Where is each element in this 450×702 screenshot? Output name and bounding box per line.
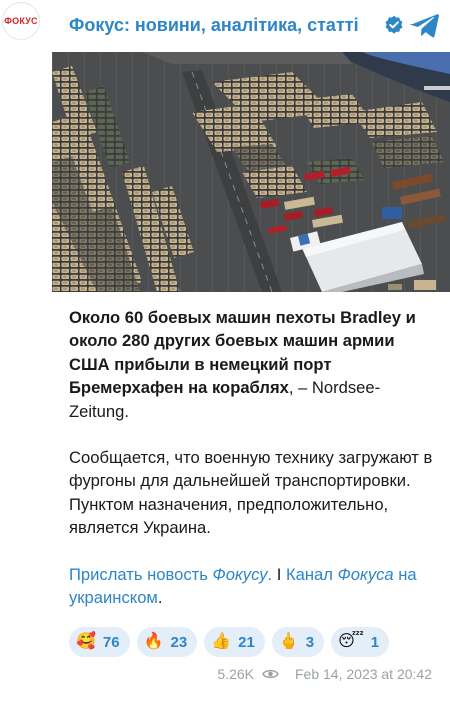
verified-badge-icon <box>385 15 403 34</box>
views-count: 5.26K <box>217 666 254 682</box>
reaction-sleeping[interactable]: 😴 1 <box>331 627 390 657</box>
ukrainian-channel-link-italic: Фокуса <box>337 564 394 584</box>
reaction-fire[interactable]: 🔥 23 <box>136 627 198 657</box>
channel-name[interactable]: Фокус: новини, аналітика, статті <box>69 15 359 36</box>
send-news-link-text: Прислать новость <box>69 564 213 584</box>
link-separator: I <box>272 564 286 584</box>
reaction-count: 76 <box>102 633 120 651</box>
reaction-count: 21 <box>238 633 255 651</box>
post-links: Прислать новость Фокусу. I Канал Фокуса … <box>69 563 439 610</box>
post-paragraph-1: Около 60 боевых машин пехоты Bradley и о… <box>69 306 439 423</box>
reaction-thumbs-up[interactable]: 👍 21 <box>204 627 265 657</box>
message-footer: 5.26K Feb 14, 2023 at 20:42 <box>217 666 432 682</box>
middle-finger-icon: 🖕 <box>278 633 299 650</box>
post-text: Около 60 боевых машин пехоты Bradley и о… <box>69 306 439 632</box>
message-timestamp: Feb 14, 2023 at 20:42 <box>295 666 432 682</box>
avatar-label: ФОКУС <box>4 16 38 26</box>
smiling-hearts-icon: 🥰 <box>76 633 96 650</box>
fire-icon: 🔥 <box>143 633 164 650</box>
eye-icon <box>262 669 279 679</box>
aerial-port-photo <box>52 52 450 292</box>
reaction-count: 3 <box>305 633 315 651</box>
post-photo[interactable] <box>52 52 450 292</box>
send-news-link[interactable]: Прислать новость Фокусу. <box>69 565 272 584</box>
post-paragraph-2: Сообщается, что военную технику загружаю… <box>69 448 433 538</box>
reactions-bar: 🥰 76 🔥 23 👍 21 🖕 3 😴 1 <box>69 627 390 657</box>
channel-avatar[interactable]: ФОКУС <box>2 2 40 40</box>
thumbs-up-icon: 👍 <box>211 633 232 650</box>
reaction-smiling-hearts[interactable]: 🥰 76 <box>69 627 130 657</box>
message-header: Фокус: новини, аналітика, статті <box>52 0 450 52</box>
send-news-link-italic: Фокусу <box>212 564 268 584</box>
sleeping-face-icon: 😴 <box>338 633 364 650</box>
reaction-count: 23 <box>170 633 188 651</box>
links-end-dot: . <box>157 588 163 608</box>
reaction-middle-finger[interactable]: 🖕 3 <box>271 627 325 657</box>
message-card: Фокус: новини, аналітика, статті Около 6… <box>52 0 450 702</box>
telegram-icon[interactable] <box>410 10 440 40</box>
ukrainian-channel-link-text: Канал <box>285 564 338 584</box>
reaction-count: 1 <box>370 633 380 651</box>
